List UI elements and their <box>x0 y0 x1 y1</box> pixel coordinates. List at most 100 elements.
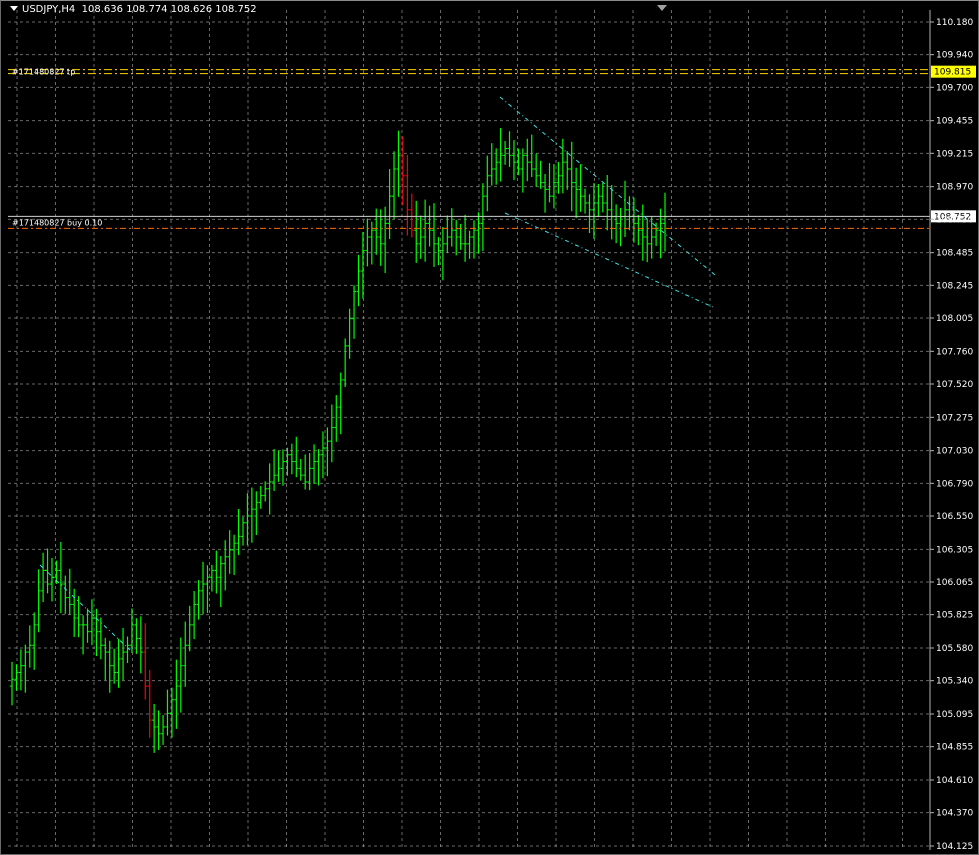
price-bar <box>32 612 37 670</box>
price-bar <box>565 151 570 190</box>
price-bar <box>152 703 157 753</box>
price-bar <box>178 637 183 713</box>
price-bar <box>58 541 63 614</box>
price-bar <box>76 596 81 638</box>
price-bar <box>183 621 188 687</box>
price-tick-label: 107.275 <box>936 413 973 423</box>
price-bar <box>205 565 210 613</box>
price-bar <box>223 540 228 591</box>
price-bar <box>138 616 143 674</box>
price-bar <box>285 447 290 476</box>
price-bar <box>356 254 361 307</box>
price-bar <box>334 395 339 442</box>
price-bar <box>392 151 397 219</box>
price-bar <box>165 689 170 736</box>
price-bar <box>258 486 263 509</box>
price-bar <box>511 140 516 181</box>
chart-shift-icon <box>657 5 667 11</box>
price-tick-label: 105.825 <box>936 611 973 621</box>
price-bar <box>263 481 268 502</box>
price-bar <box>534 153 539 187</box>
price-bar <box>267 463 272 515</box>
trendline <box>504 212 716 309</box>
price-tick-label: 110.180 <box>936 18 973 28</box>
price-bar <box>449 208 454 247</box>
price-bar <box>427 205 432 247</box>
price-bar <box>112 648 117 684</box>
price-bar <box>49 558 54 602</box>
price-bar <box>663 192 667 252</box>
price-bar <box>249 487 254 543</box>
price-bar <box>529 134 534 177</box>
price-bar <box>89 599 94 646</box>
price-tick-label: 108.970 <box>936 183 973 193</box>
price-bar <box>232 534 237 575</box>
price-bar <box>325 427 330 477</box>
price-bar <box>343 338 348 388</box>
price-bar <box>63 575 68 614</box>
chart-header: USDJPY,H4 108.636 108.774 108.626 108.75… <box>10 4 257 15</box>
price-bar <box>14 664 19 691</box>
price-bar <box>125 636 130 664</box>
price-bar <box>498 128 503 182</box>
price-axis: 110.180 109.940 109.700 109.455 109.215 108.9… <box>929 10 973 852</box>
price-bar <box>556 161 561 194</box>
price-tick-label: 104.125 <box>936 842 973 852</box>
price-tick-label: 106.305 <box>936 545 973 555</box>
price-chart[interactable]: #171480827 tp 109.815 #171480827 buy 0.10 1… <box>0 0 979 855</box>
price-bar <box>289 443 294 475</box>
symbol-label: USDJPY,H4 <box>22 4 76 15</box>
price-bar <box>10 661 14 706</box>
price-bar <box>414 200 419 263</box>
dropdown-triangle-icon[interactable] <box>10 6 18 11</box>
price-bar <box>156 710 161 750</box>
tp-price-tag-label: 109.815 <box>934 68 971 78</box>
price-bar <box>338 372 343 435</box>
price-bar <box>18 649 23 691</box>
bars-layer <box>10 128 667 753</box>
price-bar <box>587 194 592 233</box>
price-bar <box>352 285 357 339</box>
price-bar <box>227 530 232 574</box>
price-bar <box>520 148 525 193</box>
price-tick-label: 107.760 <box>936 347 973 357</box>
price-bar <box>121 628 126 681</box>
price-bar <box>85 608 90 643</box>
price-bar <box>307 453 312 491</box>
price-bar <box>605 175 610 231</box>
price-tick-label: 109.700 <box>936 83 973 93</box>
price-bar <box>654 222 659 246</box>
price-bar <box>280 449 285 486</box>
price-bar <box>507 131 512 167</box>
ohlc-readout: 108.636 108.774 108.626 108.752 <box>81 4 257 15</box>
price-bar <box>143 623 148 700</box>
price-bar <box>107 640 112 693</box>
price-tick-label: 105.580 <box>936 644 973 654</box>
price-bar <box>609 184 614 240</box>
price-bar <box>445 215 450 254</box>
price-bar <box>489 143 494 186</box>
price-bar <box>463 214 468 262</box>
price-bar <box>440 226 445 281</box>
price-bar <box>405 154 410 236</box>
price-bar <box>583 188 588 214</box>
price-bar <box>294 436 299 478</box>
price-bar <box>360 231 365 299</box>
price-tick-label: 109.940 <box>936 51 973 61</box>
price-bar <box>218 555 223 607</box>
buy-order-label: #171480827 buy 0.10 <box>12 218 102 227</box>
price-bar <box>365 218 370 267</box>
price-bar <box>627 196 632 231</box>
price-bar <box>245 493 250 546</box>
tp-order-label: #171480827 tp <box>12 68 75 77</box>
price-bar <box>578 164 583 212</box>
price-tick-label: 104.370 <box>936 809 973 819</box>
price-bar <box>254 491 259 535</box>
trendline <box>39 564 131 651</box>
price-tick-label: 105.095 <box>936 710 973 720</box>
price-bar <box>98 617 103 660</box>
price-bar <box>560 138 565 194</box>
price-bar <box>374 208 379 255</box>
price-tick-label: 108.245 <box>936 281 973 291</box>
price-bar <box>303 454 308 490</box>
